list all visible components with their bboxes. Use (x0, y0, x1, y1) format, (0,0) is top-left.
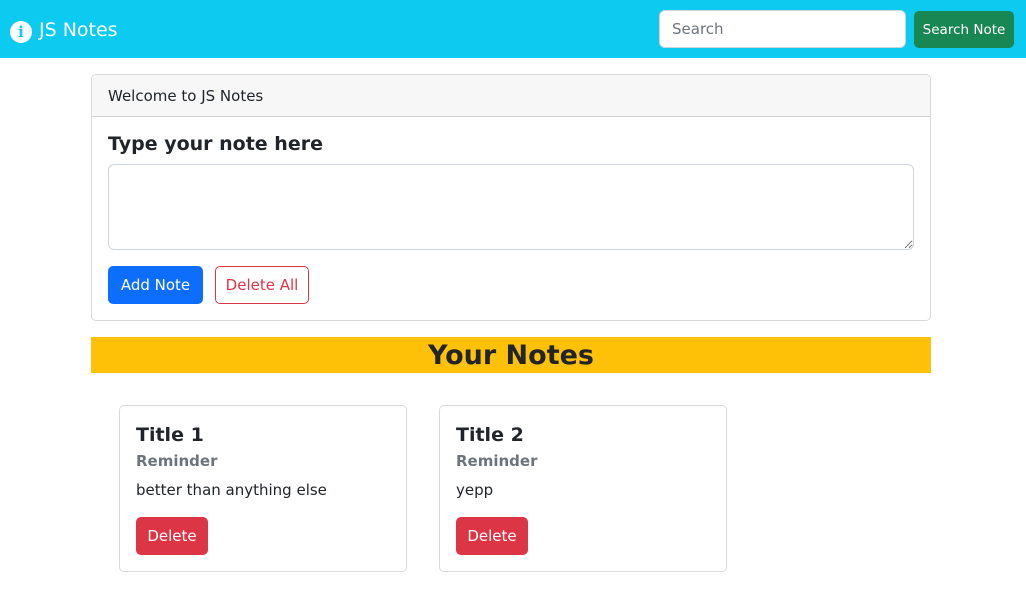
composer-header: Welcome to JS Notes (92, 75, 930, 117)
note-title: Title 2 (456, 424, 524, 446)
search-note-button[interactable]: Search Note (914, 11, 1014, 48)
note-card: Title 2 Reminder yepp Delete (439, 405, 727, 572)
note-composer-card: Welcome to JS Notes Type your note here … (91, 74, 931, 321)
note-title: Title 1 (136, 424, 204, 446)
brand-title: JS Notes (39, 19, 118, 41)
add-note-button[interactable]: Add Note (108, 266, 203, 304)
note-subtitle: Reminder (456, 452, 538, 470)
info-icon: i (10, 20, 32, 43)
brand-link[interactable]: i JS Notes (10, 17, 118, 43)
navbar: i JS Notes Search Note (0, 0, 1026, 58)
search-input[interactable] (659, 10, 906, 48)
note-subtitle: Reminder (136, 452, 218, 470)
note-card: Title 1 Reminder better than anything el… (119, 405, 407, 572)
note-text: yepp (456, 481, 494, 499)
composer-title: Type your note here (108, 133, 323, 155)
note-text: better than anything else (136, 481, 327, 499)
delete-note-button[interactable]: Delete (136, 517, 208, 555)
delete-all-button[interactable]: Delete All (215, 266, 309, 304)
your-notes-heading: Your Notes (91, 337, 931, 373)
note-textarea[interactable] (108, 164, 914, 250)
delete-note-button[interactable]: Delete (456, 517, 528, 555)
